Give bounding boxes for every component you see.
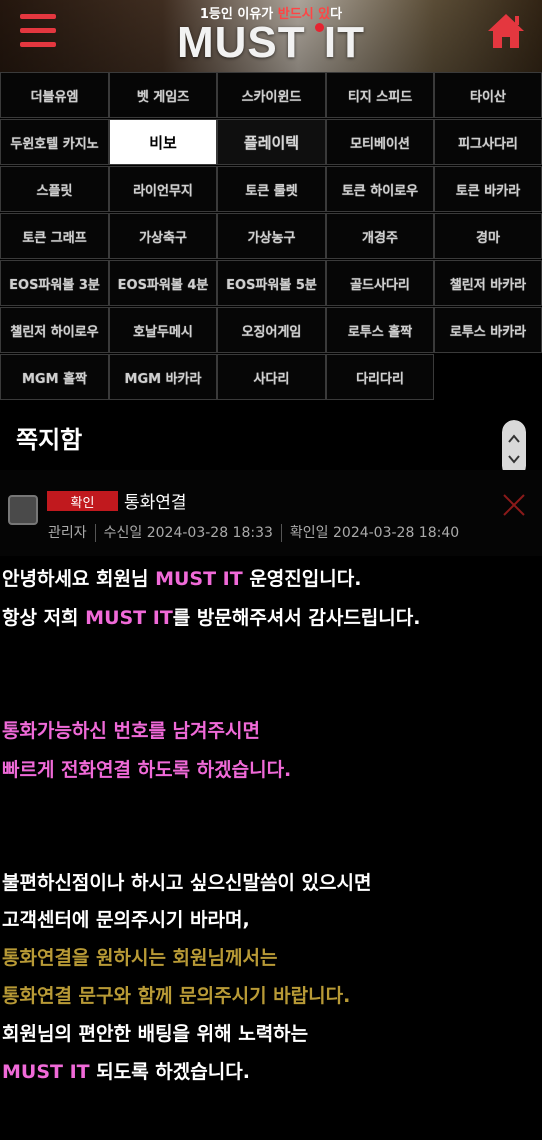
message-header[interactable]: 확인 통화연결 관리자 수신일 2024-03-28 18:33 확인일 2024-… — [0, 470, 542, 556]
game-menu-item[interactable]: 피그사다리 — [434, 119, 542, 165]
game-menu-item[interactable]: 개경주 — [326, 213, 434, 259]
game-menu-item[interactable]: 골드사다리 — [326, 260, 434, 306]
body-line-8: 통화연결 문구와 함께 문의주시기 바랍니다. — [2, 985, 351, 1007]
game-menu-item[interactable]: 로투스 바카라 — [434, 307, 542, 353]
logo-dot-icon — [314, 23, 324, 32]
body-line-6: 고객센터에 문의주시기 바라며, — [2, 909, 250, 931]
game-menu-item[interactable]: 챌린저 바카라 — [434, 260, 542, 306]
game-menu-item[interactable]: 가상농구 — [217, 213, 326, 259]
game-menu-item[interactable]: 다리다리 — [326, 354, 434, 400]
body-line-10: MUST IT 되도록 하겠습니다. — [2, 1061, 250, 1083]
game-menu-item[interactable]: 오징어게임 — [217, 307, 326, 353]
game-menu-item[interactable]: 모티베이션 — [326, 119, 434, 165]
game-menu-item[interactable]: 두윈호텔 카지노 — [0, 119, 109, 165]
message-checkbox[interactable] — [8, 495, 38, 525]
game-menu-item[interactable]: 챌린저 하이로우 — [0, 307, 109, 353]
body-line-9: 회원님의 편안한 배팅을 위해 노력하는 — [2, 1023, 309, 1045]
message-meta: 관리자 수신일 2024-03-28 18:33 확인일 2024-03-28 18… — [48, 522, 459, 542]
game-menu-item[interactable]: 토큰 바카라 — [434, 166, 542, 212]
game-menu-item[interactable]: EOS파워볼 4분 — [109, 260, 217, 306]
body-line-5: 불편하신점이나 하시고 싶으신말씀이 있으시면 — [2, 872, 372, 894]
message-subject[interactable]: 통화연결 — [124, 488, 187, 513]
game-menu-item[interactable]: 플레이텍 — [217, 119, 326, 165]
game-menu-item[interactable]: 호날두메시 — [109, 307, 217, 353]
game-menu-item[interactable]: 티지 스피드 — [326, 72, 434, 118]
game-menu-item[interactable]: 타이산 — [434, 72, 542, 118]
status-badge: 확인 — [47, 491, 118, 511]
page-title: 쪽지함 — [16, 426, 83, 454]
game-menu-item[interactable]: 로투스 홀짝 — [326, 307, 434, 353]
received-label: 수신일 — [103, 525, 143, 541]
game-menu-item[interactable]: MGM 홀짝 — [0, 354, 109, 400]
game-menu-item[interactable]: 토큰 그래프 — [0, 213, 109, 259]
site-logo[interactable]: MUST IT — [0, 18, 542, 68]
game-menu-item[interactable]: 사다리 — [217, 354, 326, 400]
game-menu-item[interactable]: EOS파워볼 5분 — [217, 260, 326, 306]
read-label: 확인일 — [289, 525, 329, 541]
game-menu-item[interactable]: EOS파워볼 3분 — [0, 260, 109, 306]
game-menu-item[interactable]: 스플릿 — [0, 166, 109, 212]
game-menu-item[interactable]: 경마 — [434, 213, 542, 259]
game-menu-item[interactable]: MGM 바카라 — [109, 354, 217, 400]
body-line-3: 통화가능하신 번호를 남겨주시면 — [2, 720, 260, 742]
body-line-4: 빠르게 전화연결 하도록 하겠습니다. — [2, 759, 292, 781]
game-menu-item[interactable]: 벳 게임즈 — [109, 72, 217, 118]
game-menu-item[interactable]: 토큰 하이로우 — [326, 166, 434, 212]
site-header: 1등인 이유가 반드시 있다 MUST IT — [0, 0, 542, 72]
game-menu-item[interactable]: 비보 — [109, 119, 217, 165]
home-icon[interactable] — [486, 12, 526, 50]
sender-name: 관리자 — [48, 525, 87, 541]
close-icon[interactable] — [502, 493, 526, 517]
body-line-1: 안녕하세요 회원님 MUST IT 운영진입니다. — [2, 568, 362, 590]
body-line-7: 통화연결을 원하시는 회원님께서는 — [2, 947, 278, 969]
game-menu-item[interactable]: 더블유엠 — [0, 72, 109, 118]
body-line-2: 항상 저희 MUST IT를 방문해주셔서 감사드립니다. — [2, 607, 421, 629]
read-date: 2024-03-28 18:40 — [333, 525, 460, 541]
game-menu-item[interactable]: 라이언무지 — [109, 166, 217, 212]
game-menu-item[interactable]: 가상축구 — [109, 213, 217, 259]
received-date: 2024-03-28 18:33 — [146, 525, 273, 541]
game-menu-item[interactable]: 스카이윈드 — [217, 72, 326, 118]
game-menu-item[interactable]: 토큰 룰렛 — [217, 166, 326, 212]
